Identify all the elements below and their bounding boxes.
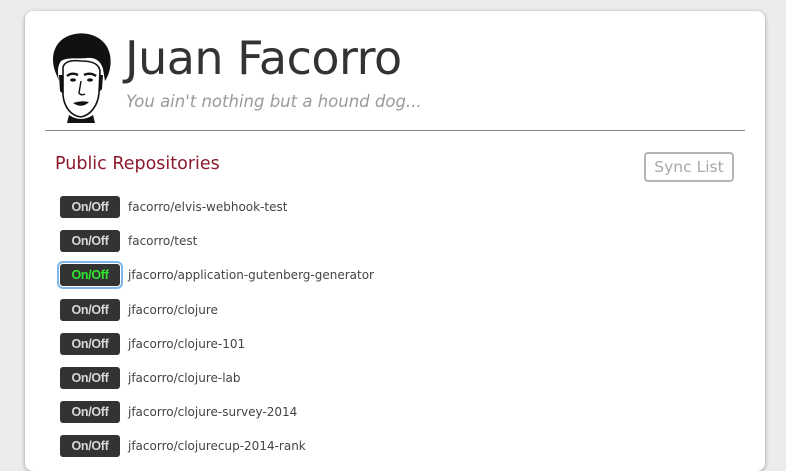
repo-row: On/Off jfacorro/application-gutenberg-ge… (57, 258, 374, 292)
repo-row: On/Off jfacorro/clojurecup-2014-rank (60, 429, 374, 463)
repo-toggle-button[interactable]: On/Off (60, 332, 120, 355)
repo-name: jfacorro/clojure-survey-2014 (128, 405, 298, 420)
repo-name: jfacorro/clojurecup-2014-rank (128, 439, 306, 454)
repo-name: jfacorro/clojure-101 (128, 336, 246, 351)
repo-name: jfacorro/clojure (128, 302, 218, 317)
repo-name: facorro/elvis-webhook-test (128, 200, 288, 215)
repo-toggle-button[interactable]: On/Off (60, 230, 120, 253)
repo-row: On/Off facorro/test (60, 224, 374, 258)
profile-name: Juan Facorro (125, 31, 402, 85)
repo-name: jfacorro/application-gutenberg-generator (128, 268, 374, 283)
repo-toggle-button-active[interactable]: On/Off (57, 261, 123, 290)
profile-card: Juan Facorro You ain't nothing but a hou… (25, 11, 765, 471)
repo-row: On/Off jfacorro/clojure-survey-2014 (60, 395, 374, 429)
profile-tagline: You ain't nothing but a hound dog... (126, 92, 422, 111)
sync-list-button[interactable]: Sync List (644, 152, 734, 182)
repo-toggle-button[interactable]: On/Off (60, 401, 120, 424)
repo-toggle-button[interactable]: On/Off (60, 298, 120, 321)
repo-row: On/Off jfacorro/clojure-101 (60, 327, 374, 361)
repo-row: On/Off facorro/elvis-webhook-test (60, 190, 374, 224)
repo-list: On/Off facorro/elvis-webhook-test On/Off… (57, 190, 374, 464)
repo-toggle-button[interactable]: On/Off (60, 196, 120, 219)
repo-toggle-button[interactable]: On/Off (60, 435, 120, 458)
section-title: Public Repositories (55, 154, 220, 174)
repo-name: jfacorro/clojure-lab (128, 371, 241, 386)
repo-name: facorro/test (128, 234, 198, 249)
repo-row: On/Off jfacorro/clojure-lab (60, 361, 374, 395)
elvis-portrait-icon (53, 33, 111, 123)
repo-row: On/Off jfacorro/clojure (60, 293, 374, 327)
header-divider (45, 130, 745, 131)
repo-toggle-button[interactable]: On/Off (60, 367, 120, 390)
